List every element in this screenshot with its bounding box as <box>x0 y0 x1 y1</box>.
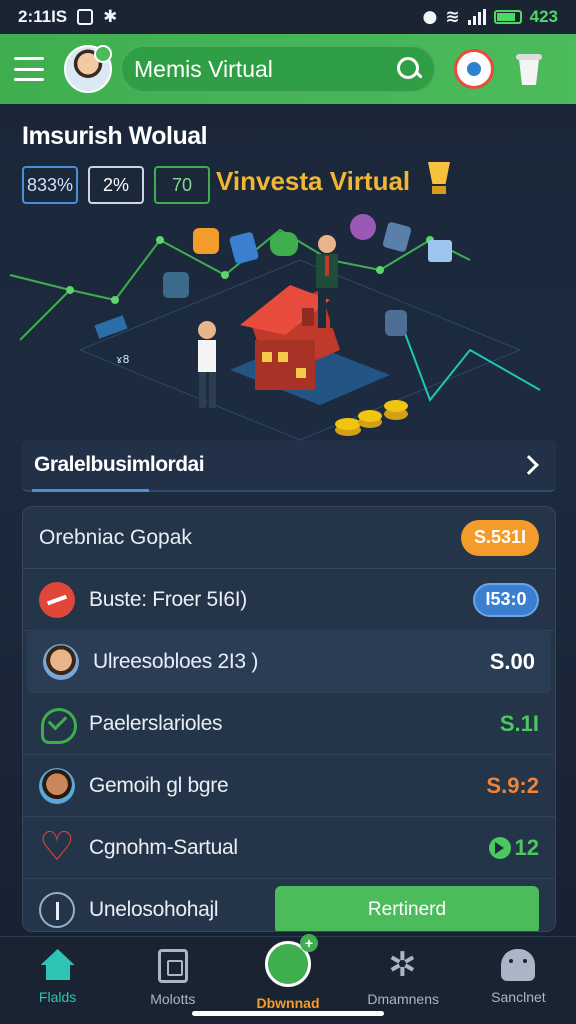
menu-icon[interactable] <box>14 57 44 81</box>
card-header: Orebniac Gopak S.531I <box>23 507 555 569</box>
list-item-label: Buste: Froer 5I6I) <box>89 587 247 611</box>
share-badge-icon[interactable] <box>454 49 494 89</box>
sun-icon <box>386 945 420 985</box>
nav-label: Dbwnnad <box>256 995 320 1011</box>
app-bar: Memis Virtual <box>0 34 576 104</box>
card-title: Orebniac Gopak <box>39 525 192 549</box>
list-item-value: S.9:2 <box>486 772 539 798</box>
guide-progress-bar <box>32 489 150 492</box>
list-item-label: Ulreesobloes 2I3 ) <box>93 649 259 673</box>
stat-chips: 833% 2% 70 <box>22 166 210 204</box>
play-icon <box>488 836 511 859</box>
heart-icon <box>39 824 75 870</box>
signal-icon <box>467 9 486 25</box>
footer-label: Unelosohohajl <box>89 898 219 921</box>
guide-link-bar[interactable]: Gralelbusimlordai <box>22 440 556 492</box>
list-item[interactable]: Gemoih gl bgre S.9:2 <box>23 755 555 817</box>
profile-avatar[interactable] <box>64 45 112 93</box>
alarm-icon: ● <box>422 7 438 27</box>
nav-label: Dmamnens <box>367 991 439 1007</box>
chevron-right-icon <box>519 455 539 475</box>
list-item[interactable]: Ulreesobloes 2I3 ) S.00 <box>27 631 551 693</box>
hero-title: Imsurish Wolual <box>22 122 208 150</box>
list-item-value: 12 <box>488 834 539 861</box>
notification-icon <box>77 9 94 25</box>
card-footer: Unelosohohajl Rertinerd <box>23 879 555 931</box>
info-icon <box>39 892 75 928</box>
list-item-label: Paelerslarioles <box>89 711 223 735</box>
battery-text: 423 <box>529 7 558 26</box>
list-item[interactable]: Cgnohm-Sartual 12 <box>23 817 555 879</box>
nav-item-home[interactable]: Flalds <box>0 937 115 1024</box>
home-icon <box>41 949 75 981</box>
stat-chip-2[interactable]: 2% <box>88 166 144 204</box>
illustration-caption: ɤ8 <box>116 353 130 366</box>
list-item-value-text: 12 <box>514 834 539 860</box>
bluetooth-icon: ✱ <box>103 7 118 27</box>
add-icon <box>265 934 318 987</box>
trophy-icon <box>424 162 454 198</box>
battery-icon <box>493 10 522 24</box>
nav-item-ghost[interactable]: Sanclnet <box>461 937 576 1024</box>
red-badge-icon <box>39 581 75 618</box>
avatar-icon <box>39 767 75 804</box>
search-icon[interactable] <box>396 56 422 82</box>
stat-chip-1[interactable]: 833% <box>22 166 78 204</box>
check-icon <box>39 706 77 744</box>
header-value-badge[interactable]: S.531I <box>461 519 539 556</box>
guide-label: Gralelbusimlordai <box>34 453 205 476</box>
list-item-label: Cgnohm-Sartual <box>89 835 238 859</box>
list-item-value: S.1I <box>499 710 539 736</box>
list-item-value: I53:0 <box>473 582 539 617</box>
nav-label: Sanclnet <box>491 989 546 1005</box>
brand-name: Vinvesta Virtual <box>216 166 411 196</box>
status-bar: 2:11IS ✱ ● ≋ 423 <box>0 0 576 34</box>
home-indicator[interactable] <box>192 1011 384 1016</box>
list-item-label: Gemoih gl bgre <box>89 773 229 797</box>
cup-icon[interactable] <box>516 51 542 87</box>
nav-label: Molotts <box>150 991 196 1007</box>
stat-chip-3[interactable]: 70 <box>154 166 210 204</box>
list-item-value: S.00 <box>489 648 535 674</box>
wifi-icon: ≋ <box>445 7 460 27</box>
app-title: Memis Virtual <box>134 55 273 82</box>
primary-action-button[interactable]: Rertinerd <box>275 886 539 931</box>
hero-illustration: ɤ8 <box>9 214 541 441</box>
ghost-icon <box>501 949 536 981</box>
status-time: 2:11IS <box>18 7 68 26</box>
list-item[interactable]: Paelerslarioles S.1I <box>23 693 555 755</box>
avatar-icon <box>43 643 79 680</box>
tablet-icon <box>157 949 188 983</box>
list-item[interactable]: Buste: Froer 5I6I) I53:0 <box>23 569 555 631</box>
summary-card: Orebniac Gopak S.531I Buste: Froer 5I6I)… <box>22 506 556 932</box>
nav-label: Flalds <box>38 989 77 1005</box>
search-bar[interactable]: Memis Virtual <box>120 45 436 93</box>
